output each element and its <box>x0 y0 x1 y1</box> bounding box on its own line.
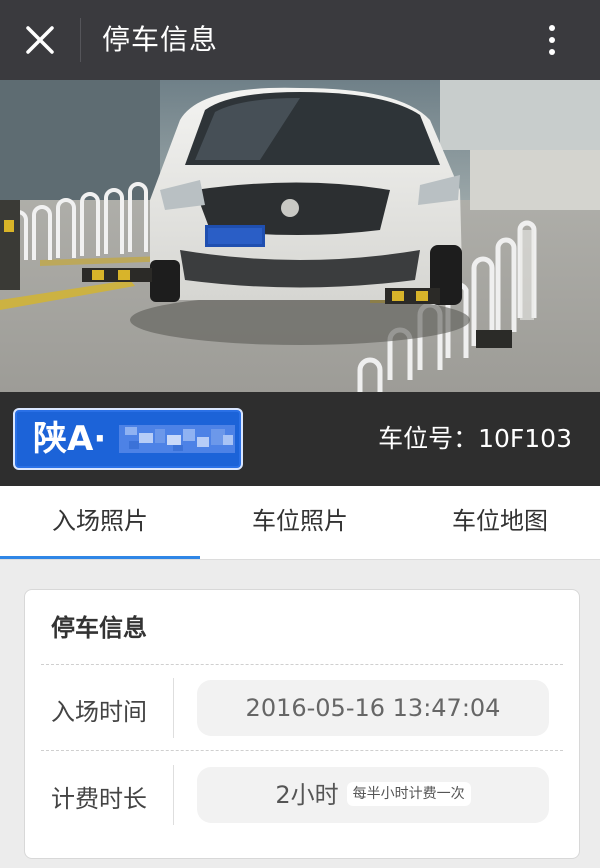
parking-info-card: 停车信息 入场时间 2016-05-16 13:47:04 计费时长 2小时 每半… <box>24 589 580 859</box>
entry-time-label: 入场时间 <box>51 698 147 726</box>
tab-slot-map[interactable]: 车位地图 <box>400 486 600 560</box>
close-icon[interactable] <box>18 18 62 62</box>
parking-slot-number: 车位号：10F103 <box>378 424 572 453</box>
row-separator <box>173 765 174 825</box>
plate-prefix: 陕A· <box>33 419 107 459</box>
more-vertical-icon[interactable] <box>534 20 570 60</box>
divider <box>41 750 563 751</box>
entry-time-text: 2016-05-16 13:47:04 <box>245 694 501 722</box>
entry-time-value: 2016-05-16 13:47:04 <box>197 680 549 736</box>
billing-duration-label: 计费时长 <box>51 785 147 813</box>
entry-photo[interactable] <box>0 80 600 392</box>
billing-duration-value: 2小时 每半小时计费一次 <box>197 767 549 823</box>
plate-info-bar: 陕A· 车位号：10F103 <box>0 392 600 486</box>
tab-entry-photo[interactable]: 入场照片 <box>0 486 200 560</box>
billing-duration-text: 2小时 <box>275 781 339 809</box>
tabs-divider <box>0 559 600 560</box>
photo-tabs: 入场照片 车位照片 车位地图 <box>0 486 600 560</box>
top-bar: 停车信息 <box>0 0 600 80</box>
card-title: 停车信息 <box>51 614 147 642</box>
billing-hint: 每半小时计费一次 <box>346 782 471 806</box>
header-divider <box>80 18 81 62</box>
divider <box>41 664 563 665</box>
license-plate: 陕A· <box>13 408 243 470</box>
plate-blurred-number <box>119 423 235 455</box>
row-separator <box>173 678 174 738</box>
entry-photo-car <box>0 80 600 392</box>
tab-slot-photo[interactable]: 车位照片 <box>200 486 400 560</box>
page-title: 停车信息 <box>102 23 219 56</box>
